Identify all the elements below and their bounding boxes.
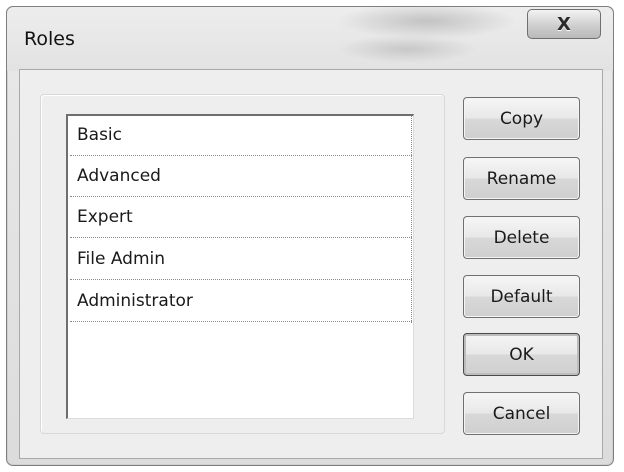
roles-listbox[interactable]: Basic Advanced Expert File Admin Adminis… (66, 114, 414, 419)
rename-button[interactable]: Rename (463, 157, 580, 200)
default-button[interactable]: Default (463, 275, 580, 318)
ok-button-label: OK (509, 344, 534, 365)
list-item-label: Advanced (77, 166, 161, 186)
roles-dialog: Roles X Basic Advanced Expert File Admin… (6, 6, 614, 466)
list-item-administrator[interactable]: Administrator (70, 282, 412, 322)
list-item-label: File Admin (77, 249, 166, 269)
copy-button-label: Copy (499, 108, 544, 129)
cancel-button[interactable]: Cancel (463, 392, 580, 435)
dialog-title: Roles (24, 28, 75, 50)
list-item-basic[interactable]: Basic (70, 116, 412, 156)
close-icon: X (557, 13, 571, 35)
list-item-advanced[interactable]: Advanced (70, 157, 412, 197)
close-button[interactable]: X (527, 9, 601, 39)
rename-button-label: Rename (486, 168, 557, 189)
delete-button[interactable]: Delete (463, 216, 580, 259)
ok-button[interactable]: OK (463, 333, 580, 376)
copy-button[interactable]: Copy (463, 97, 580, 140)
list-item-label: Expert (77, 207, 133, 227)
cancel-button-label: Cancel (492, 403, 551, 424)
title-bar[interactable]: Roles X (7, 7, 613, 71)
dialog-body: Basic Advanced Expert File Admin Adminis… (19, 69, 603, 459)
list-item-label: Administrator (77, 291, 193, 311)
default-button-label: Default (490, 286, 553, 307)
list-items-divider (411, 116, 412, 323)
list-item-expert[interactable]: Expert (70, 198, 412, 238)
list-item-file-admin[interactable]: File Admin (70, 240, 412, 280)
delete-button-label: Delete (493, 227, 550, 248)
list-item-label: Basic (77, 125, 123, 145)
